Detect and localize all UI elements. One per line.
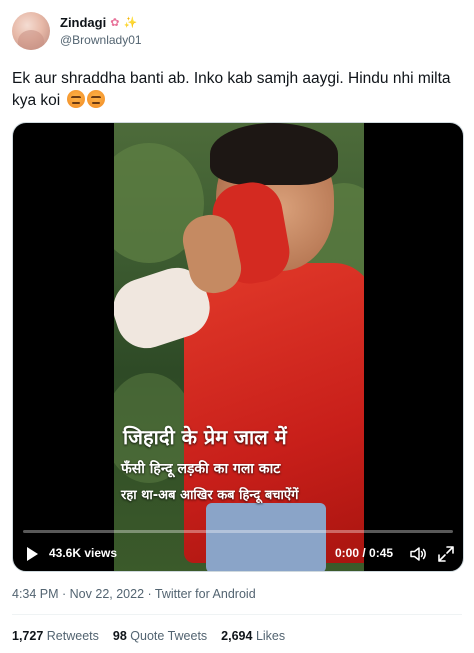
caption-line-1: जिहादी के प्रेम जाल में bbox=[123, 425, 287, 449]
divider bbox=[12, 614, 462, 615]
retweets-label: Retweets bbox=[46, 629, 99, 643]
user-name-row[interactable]: Zindagi ✿ ✨ bbox=[60, 15, 137, 30]
video-progress-bar[interactable] bbox=[23, 530, 453, 533]
tweet-timestamp[interactable]: 4:34 PM · Nov 22, 2022 · Twitter for And… bbox=[12, 587, 256, 601]
quote-tweets-count: 98 bbox=[112, 629, 127, 643]
video-time: 0:00 / 0:45 bbox=[335, 546, 394, 560]
tweet-text: Ek aur shraddha banti ab. Inko kab samjh… bbox=[12, 68, 462, 112]
view-count: 43.6K views bbox=[49, 546, 118, 560]
volume-icon[interactable] bbox=[409, 545, 427, 563]
likes-stat[interactable]: 2,694 Likes bbox=[221, 629, 285, 643]
angry-face-icon bbox=[86, 90, 105, 108]
sparkle-emoji-icon: ✨ bbox=[123, 16, 138, 29]
tweet-header: Zindagi ✿ ✨ @Brownlady01 bbox=[12, 12, 462, 56]
video-frame[interactable] bbox=[114, 123, 364, 571]
retweets-count: 1,727 bbox=[12, 629, 44, 643]
likes-count: 2,694 bbox=[221, 629, 253, 643]
play-icon[interactable] bbox=[27, 547, 38, 561]
retweets-stat[interactable]: 1,727 Retweets bbox=[12, 629, 99, 643]
angry-face-icon bbox=[66, 90, 85, 108]
caption-line-3: रहा था-अब आखिर कब हिन्दू बचाऐंगें bbox=[121, 488, 299, 503]
likes-label: Likes bbox=[255, 629, 286, 643]
caption-line-2: फँसी हिन्दू लड़की का गला काट bbox=[121, 461, 281, 477]
tweet-stats: 1,727 Retweets 98 Quote Tweets 2,694 Lik… bbox=[12, 629, 285, 643]
person-hair bbox=[210, 123, 338, 185]
quote-tweets-stat[interactable]: 98 Quote Tweets bbox=[113, 629, 207, 643]
quote-tweets-label: Quote Tweets bbox=[130, 629, 208, 643]
expand-icon[interactable] bbox=[437, 545, 455, 563]
video-controls: 43.6K views 0:00 / 0:45 bbox=[13, 539, 463, 569]
video-player[interactable]: जिहादी के प्रेम जाल में फँसी हिन्दू लड़क… bbox=[12, 122, 464, 572]
avatar[interactable] bbox=[12, 12, 50, 50]
flower-emoji-icon: ✿ bbox=[110, 16, 120, 29]
user-name[interactable]: Zindagi bbox=[60, 15, 106, 30]
user-handle[interactable]: @Brownlady01 bbox=[60, 33, 142, 47]
